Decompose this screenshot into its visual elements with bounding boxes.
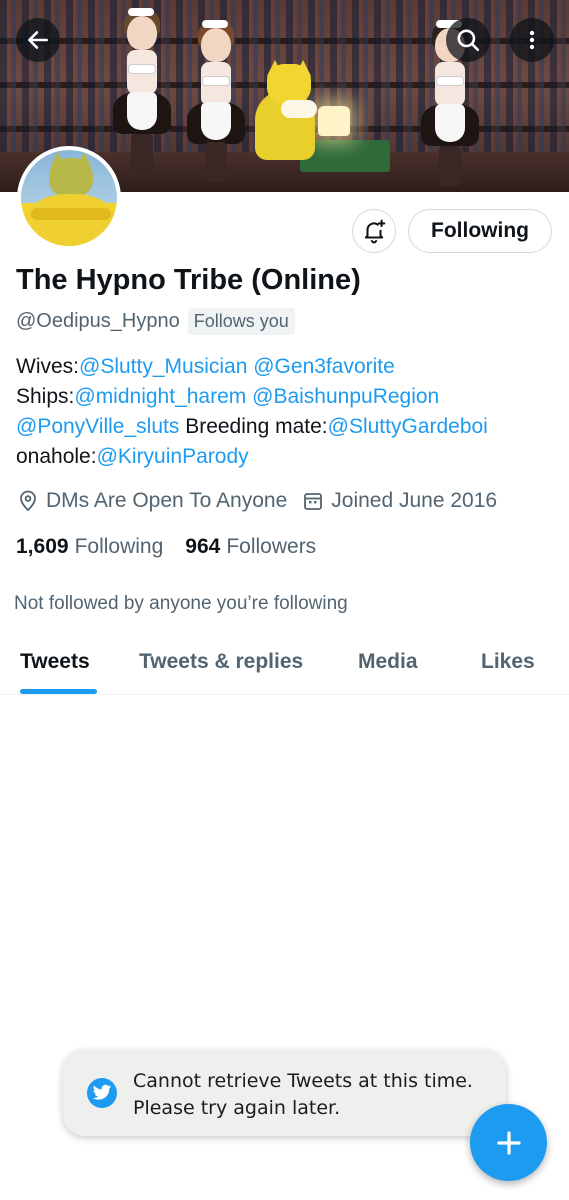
bio-text: Breeding mate:: [179, 415, 328, 438]
tab-tweets[interactable]: Tweets: [20, 650, 90, 674]
user-handle: @Oedipus_Hypno: [16, 310, 180, 332]
handle-row: @Oedipus_Hypno Follows you: [16, 308, 295, 335]
tab-likes[interactable]: Likes: [481, 650, 535, 674]
compose-tweet-button[interactable]: [470, 1104, 547, 1181]
twitter-bird-icon: [87, 1078, 117, 1108]
tab-media[interactable]: Media: [358, 650, 418, 674]
active-tab-indicator: [20, 689, 97, 694]
bio-line: Ships:@midnight_harem @BaishunpuRegion: [16, 382, 556, 412]
arrow-left-icon: [28, 31, 48, 49]
search-icon: [457, 29, 480, 52]
following-label: Following: [74, 535, 164, 558]
mention-link[interactable]: @PonyVille_sluts: [16, 415, 179, 438]
banner-yellow-creature: [255, 60, 323, 160]
bio-line: @PonyVille_sluts Breeding mate:@SluttyGa…: [16, 412, 556, 442]
banner-figure: [112, 8, 172, 188]
profile-meta: DMs Are Open To Anyone Joined June 2016: [18, 489, 497, 513]
following-count: 1,609: [16, 535, 69, 558]
error-toast: Cannot retrieve Tweets at this time. Ple…: [63, 1050, 506, 1136]
profile-bio: Wives:@Slutty_Musician @Gen3favorite Shi…: [16, 352, 556, 472]
following-stat[interactable]: 1,609 Following: [16, 535, 163, 559]
more-vertical-icon: [529, 30, 535, 50]
followers-count: 964: [185, 535, 221, 558]
tab-tweets-replies[interactable]: Tweets & replies: [139, 650, 303, 674]
followers-stat[interactable]: 964 Followers: [185, 535, 316, 559]
bio-line: onahole:@KiryuinParody: [16, 442, 556, 472]
toast-message: Cannot retrieve Tweets at this time. Ple…: [133, 1068, 473, 1122]
display-name: The Hypno Tribe (Online): [16, 264, 361, 296]
toast-line: Cannot retrieve Tweets at this time.: [133, 1070, 473, 1092]
back-button[interactable]: [16, 18, 60, 62]
mention-link[interactable]: @midnight_harem: [74, 385, 246, 408]
bio-text: Ships:: [16, 385, 75, 408]
toast-line: Please try again later.: [133, 1097, 341, 1119]
bell-plus-icon: [364, 219, 386, 244]
mention-link[interactable]: @Gen3favorite: [253, 355, 395, 378]
mention-link[interactable]: @Slutty_Musician: [79, 355, 247, 378]
follow-stats: 1,609 Following 964 Followers: [16, 535, 316, 559]
banner-figure: [186, 20, 246, 190]
profile-tabs: Tweets Tweets & replies Media Likes: [0, 634, 569, 695]
join-date-text: Joined June 2016: [331, 489, 498, 512]
bio-line: Wives:@Slutty_Musician @Gen3favorite: [16, 352, 556, 382]
notifications-button[interactable]: [352, 209, 396, 253]
followers-label: Followers: [226, 535, 317, 558]
location: DMs Are Open To Anyone: [18, 489, 287, 513]
following-button[interactable]: Following: [408, 209, 552, 253]
follows-you-badge: Follows you: [187, 308, 295, 335]
bio-text: Wives:: [16, 355, 79, 378]
bio-text: onahole:: [16, 445, 97, 468]
plus-icon: [496, 1130, 521, 1155]
location-text: DMs Are Open To Anyone: [46, 489, 288, 512]
search-button[interactable]: [446, 18, 490, 62]
location-pin-icon: [20, 490, 36, 512]
not-followed-notice: Not followed by anyone you’re following: [14, 593, 348, 614]
join-date: Joined June 2016: [303, 489, 497, 513]
avatar[interactable]: [17, 146, 121, 250]
more-button[interactable]: [510, 18, 554, 62]
mention-link[interactable]: @KiryuinParody: [97, 445, 249, 468]
calendar-icon: [304, 493, 323, 510]
mention-link[interactable]: @BaishunpuRegion: [252, 385, 439, 408]
mention-link[interactable]: @SluttyGardeboi: [328, 415, 488, 438]
